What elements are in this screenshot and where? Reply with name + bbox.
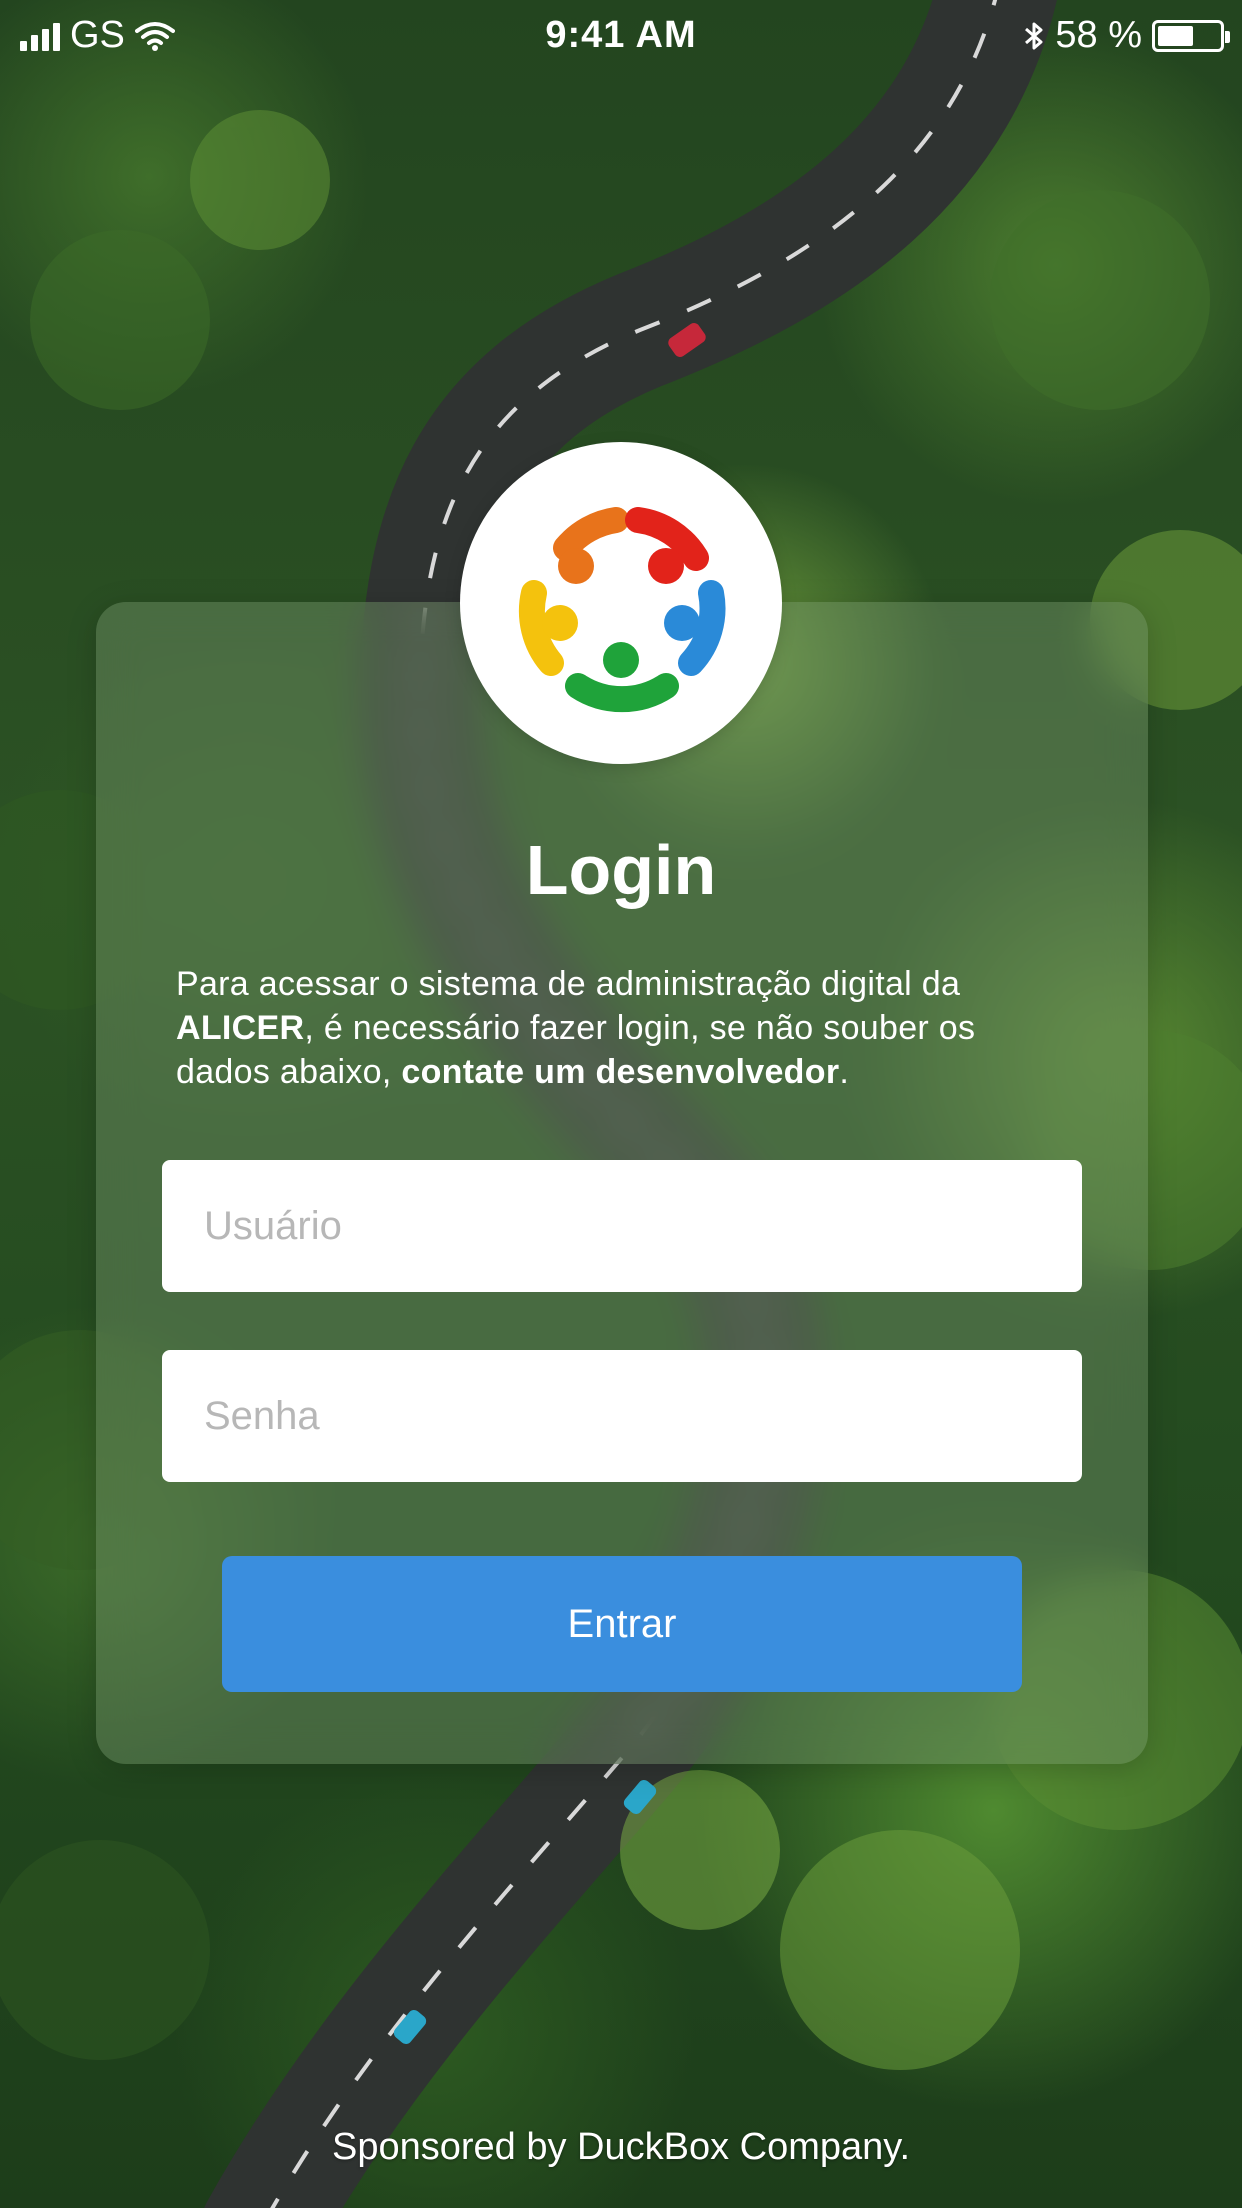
bluetooth-icon [1025, 22, 1043, 49]
status-right: 58 % [1023, 14, 1230, 57]
status-bar: GS 9:41 AM 58 % [0, 0, 1242, 70]
community-circle-logo-icon [518, 507, 726, 713]
login-submit-button[interactable]: Entrar [222, 1556, 1022, 1692]
sponsor-footer: Sponsored by DuckBox Company. [331, 2126, 911, 2168]
description-text-3: . [839, 1053, 850, 1091]
battery-percentage: 58 % [1055, 14, 1142, 56]
app-logo [460, 442, 782, 764]
login-title: Login [525, 831, 717, 909]
username-input[interactable] [162, 1160, 1082, 1292]
description-contact: contate um desenvolvedor [401, 1053, 840, 1091]
login-description: Para acessar o sistema de administração … [176, 962, 1076, 1094]
description-brand: ALICER [176, 1009, 305, 1047]
description-text-1: Para acessar o sistema de administração … [176, 965, 961, 1003]
battery-icon [1152, 19, 1230, 52]
password-input[interactable] [162, 1350, 1082, 1482]
